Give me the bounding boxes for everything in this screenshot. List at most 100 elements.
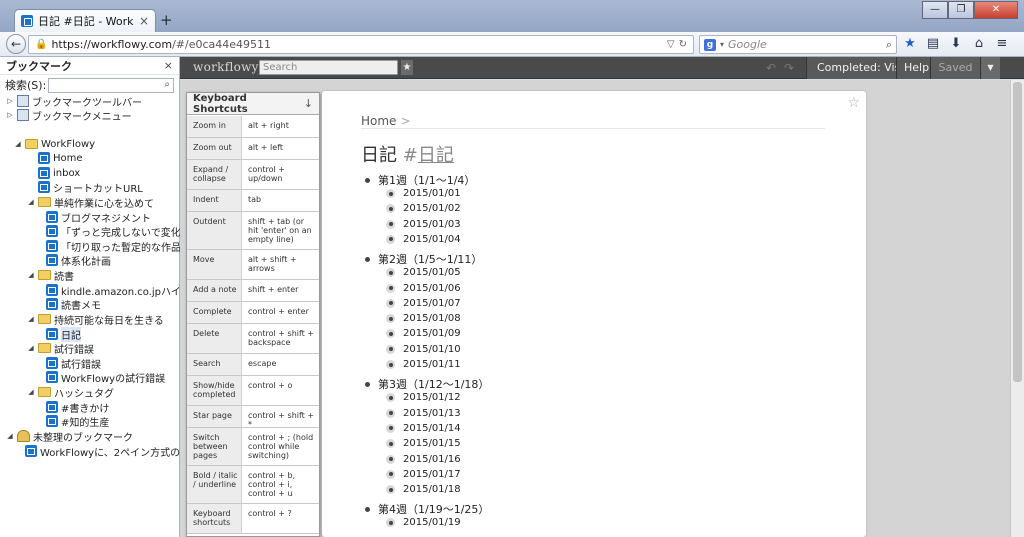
bookmark-item[interactable]: ◢ ハッシュタグ [27, 385, 114, 400]
outline-item-text[interactable]: 第3週（1/12〜1/18） [378, 376, 489, 392]
bullet-icon[interactable] [365, 177, 370, 183]
outline-child-item[interactable]: 2015/01/04 [386, 234, 461, 245]
outline-child-item[interactable]: 2015/01/09 [386, 328, 461, 339]
bookmark-item[interactable]: ブログマネジメント [35, 210, 151, 225]
bookmark-item[interactable]: 日記 [35, 326, 81, 342]
expand-toggle-icon[interactable]: ◢ [27, 315, 35, 323]
search-engine-dropdown-icon[interactable]: ▾ [720, 40, 724, 49]
outline-child-item[interactable]: 2015/01/19 [386, 517, 461, 528]
url-bar[interactable]: 🔒 https://workflowy.com/#/e0ca44e49511 ▽… [28, 35, 694, 54]
outline-child-item[interactable]: 2015/01/06 [386, 283, 461, 294]
outline-child-text[interactable]: 2015/01/09 [403, 328, 461, 339]
outline-item-text[interactable]: 第1週（1/1〜1/4） [378, 172, 475, 188]
outline-item[interactable]: 第1週（1/1〜1/4） [365, 172, 475, 188]
expand-toggle-icon[interactable]: ◢ [27, 271, 35, 279]
google-icon[interactable]: g [704, 38, 716, 51]
collapsed-bullet-icon[interactable] [386, 298, 395, 308]
search-input[interactable]: Google [728, 38, 882, 51]
search-icon[interactable]: ⌕ [886, 38, 892, 52]
minimize-button[interactable]: — [922, 1, 948, 19]
outline-child-item[interactable]: 2015/01/05 [386, 267, 461, 278]
shortcuts-header[interactable]: Keyboard Shortcuts ↓ [187, 93, 319, 115]
collapsed-bullet-icon[interactable] [386, 439, 395, 449]
bookmark-item[interactable]: ショートカットURL [27, 180, 143, 195]
bookmark-item[interactable]: ◢ 持続可能な毎日を生きる [27, 312, 164, 327]
expand-toggle-icon[interactable]: ▷ [6, 97, 14, 105]
page-title-text[interactable]: 日記 [361, 145, 397, 166]
collapsed-bullet-icon[interactable] [386, 344, 395, 354]
outline-child-text[interactable]: 2015/01/08 [403, 313, 461, 324]
outline-child-item[interactable]: 2015/01/11 [386, 359, 461, 370]
bookmark-item[interactable]: ◢ 読書 [27, 268, 74, 283]
bookmark-item[interactable]: ◢ 未整理のブックマーク [6, 429, 133, 444]
window-close-button[interactable]: ✕ [974, 1, 1018, 19]
outline-child-item[interactable]: 2015/01/18 [386, 484, 461, 495]
collapsed-bullet-icon[interactable] [386, 423, 395, 433]
outline-item-text[interactable]: 第2週（1/5〜1/11） [378, 251, 482, 267]
collapsed-bullet-icon[interactable] [386, 283, 395, 293]
collapsed-bullet-icon[interactable] [386, 219, 395, 229]
outline-child-text[interactable]: 2015/01/11 [403, 359, 461, 370]
hamburger-menu-icon[interactable]: ≡ [995, 36, 1009, 52]
bookmark-item[interactable]: 読書メモ [35, 297, 101, 312]
hashtag-link[interactable]: #日記 [403, 145, 454, 166]
scrollbar-thumb[interactable] [1013, 82, 1022, 382]
breadcrumb-home-link[interactable]: Home [361, 114, 396, 128]
settings-dropdown-button[interactable]: ▼ [980, 57, 1000, 79]
bookmark-item[interactable]: ◢ WorkFlowy [14, 137, 95, 151]
outline-child-item[interactable]: 2015/01/10 [386, 344, 461, 355]
bookmark-star-icon[interactable]: ★ [903, 36, 917, 52]
outline-child-text[interactable]: 2015/01/05 [403, 267, 461, 278]
outline-child-item[interactable]: 2015/01/16 [386, 454, 461, 465]
outline-child-text[interactable]: 2015/01/03 [403, 219, 461, 230]
collapsed-bullet-icon[interactable] [386, 204, 395, 214]
bookmark-item[interactable]: inbox [27, 166, 80, 180]
expand-toggle-icon[interactable]: ▷ [6, 111, 14, 119]
expand-toggle-icon[interactable]: ◢ [6, 432, 14, 440]
bookmark-item[interactable]: Home [27, 151, 83, 165]
tab-close-icon[interactable]: × [139, 14, 149, 28]
bookmark-item[interactable]: ◢ 試行錯誤 [27, 341, 94, 356]
bullet-icon[interactable] [365, 506, 370, 512]
outline-item-text[interactable]: 第4週（1/19〜1/25） [378, 501, 489, 517]
bookmarks-list-icon[interactable]: ▤ [926, 36, 940, 52]
outline-child-text[interactable]: 2015/01/02 [403, 203, 461, 214]
bullet-icon[interactable] [365, 381, 370, 387]
collapsed-bullet-icon[interactable] [386, 469, 395, 479]
bookmark-item[interactable]: #書きかけ [35, 400, 109, 415]
outline-child-text[interactable]: 2015/01/04 [403, 234, 461, 245]
bookmark-item[interactable]: #知的生産 [35, 414, 109, 429]
outline-child-text[interactable]: 2015/01/14 [403, 423, 461, 434]
outline-child-text[interactable]: 2015/01/19 [403, 517, 461, 528]
star-icon[interactable]: ★ [401, 60, 413, 75]
outline-child-item[interactable]: 2015/01/14 [386, 423, 461, 434]
outline-child-item[interactable]: 2015/01/01 [386, 188, 461, 199]
workflowy-logo[interactable]: workflowy+ [193, 60, 267, 74]
collapsed-bullet-icon[interactable] [386, 393, 395, 403]
url-dropdown-icon[interactable]: ▽ [667, 39, 675, 50]
outline-child-item[interactable]: 2015/01/08 [386, 313, 461, 324]
undo-icon[interactable]: ↶ [766, 61, 776, 75]
expand-toggle-icon[interactable]: ◢ [27, 388, 35, 396]
outline-child-text[interactable]: 2015/01/13 [403, 408, 461, 419]
sidebar-search-input[interactable]: ⌕ [48, 77, 174, 93]
page-title[interactable]: 日記 #日記 [361, 141, 454, 167]
maximize-button[interactable]: ❐ [948, 1, 974, 19]
collapsed-bullet-icon[interactable] [386, 485, 395, 495]
outline-child-text[interactable]: 2015/01/06 [403, 283, 461, 294]
collapsed-bullet-icon[interactable] [386, 234, 395, 244]
outline-child-text[interactable]: 2015/01/15 [403, 438, 461, 449]
bookmark-item[interactable]: 「切り取った暫定的な作品群」 [35, 239, 201, 254]
bookmark-item[interactable]: 体系化計画 [35, 253, 111, 268]
bookmark-item[interactable]: ▷ ブックマークツールバー [6, 94, 142, 109]
new-tab-button[interactable]: + [160, 11, 173, 29]
redo-icon[interactable]: ↷ [784, 61, 794, 75]
collapsed-bullet-icon[interactable] [386, 518, 395, 528]
outline-child-item[interactable]: 2015/01/12 [386, 392, 461, 403]
collapsed-bullet-icon[interactable] [386, 454, 395, 464]
expand-toggle-icon[interactable]: ◢ [27, 344, 35, 352]
reload-icon[interactable]: ↻ [679, 39, 687, 50]
collapsed-bullet-icon[interactable] [386, 314, 395, 324]
bullet-icon[interactable] [365, 256, 370, 262]
collapsed-bullet-icon[interactable] [386, 189, 395, 198]
